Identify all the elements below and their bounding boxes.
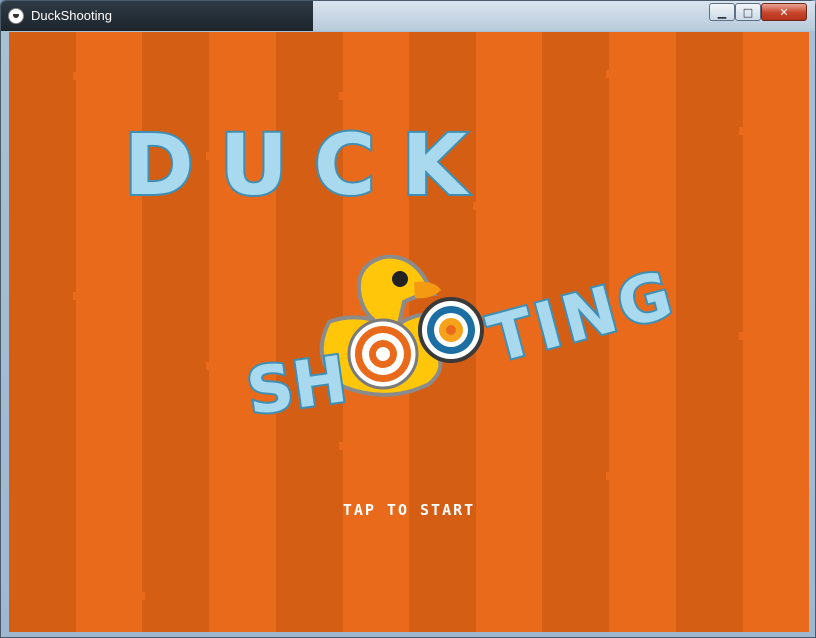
game-logo: DUCK SH TING <box>122 114 686 432</box>
app-window: DuckShooting ▁ □ ✕ DUCK SH TING TAP TO S… <box>0 0 816 638</box>
logo-word-sh: SH <box>242 343 351 430</box>
tap-to-start-prompt[interactable]: TAP TO START <box>309 500 509 520</box>
maximize-icon: □ <box>742 5 754 19</box>
target-orange-icon <box>347 318 419 390</box>
target-blue-icon <box>418 297 484 363</box>
minimize-icon: ▁ <box>717 5 727 19</box>
game-canvas[interactable]: DUCK SH TING TAP TO START <box>9 32 809 632</box>
kivy-icon <box>8 8 24 24</box>
close-button[interactable]: ✕ <box>761 3 807 21</box>
logo-word-duck: DUCK <box>124 116 493 214</box>
title-bar[interactable]: DuckShooting ▁ □ ✕ <box>1 1 815 31</box>
close-icon: ✕ <box>779 5 789 19</box>
window-title: DuckShooting <box>31 8 112 23</box>
logo-word-ting: TING <box>481 257 683 378</box>
minimize-button[interactable]: ▁ <box>709 3 735 21</box>
maximize-button[interactable]: □ <box>735 3 761 21</box>
